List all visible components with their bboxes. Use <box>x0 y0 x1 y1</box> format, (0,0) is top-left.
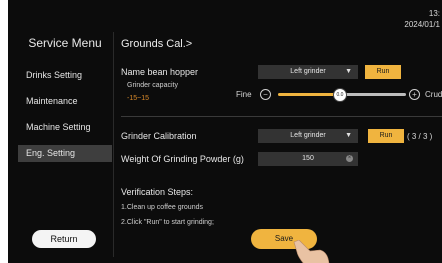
verification-step-2: 2.Click "Run" to start grinding; <box>121 219 214 226</box>
calibration-dropdown[interactable]: Left grinder ▼ <box>258 129 358 143</box>
calibration-count: ( 3 / 3 ) <box>407 132 433 141</box>
screen: 13: 2024/01/1 Service Menu Drinks Settin… <box>8 0 442 263</box>
weight-input[interactable]: 150 × <box>258 152 358 166</box>
sidebar-item-drinks-setting[interactable]: Drinks Setting <box>18 67 112 84</box>
calibration-run-button[interactable]: Run <box>368 129 404 143</box>
clock-date: 2024/01/1 <box>404 20 440 29</box>
pointing-hand-icon <box>293 240 330 263</box>
active-indicator <box>0 155 3 161</box>
verification-title: Verification Steps: <box>121 187 194 197</box>
section-divider <box>121 116 442 117</box>
clear-icon[interactable]: × <box>346 155 353 162</box>
coarse-label: Crud <box>425 90 442 99</box>
verification-step-1: 1.Clean up coffee grounds <box>121 204 203 211</box>
clock-time: 13: <box>428 9 440 18</box>
sidebar-item-machine-setting[interactable]: Machine Setting <box>18 119 112 136</box>
capacity-label: Grinder capacity <box>127 82 178 89</box>
page-title: Grounds Cal.> <box>121 38 193 50</box>
hopper-run-button[interactable]: Run <box>365 65 401 79</box>
sidebar: Service Menu Drinks Setting Maintenance … <box>18 36 112 171</box>
sidebar-item-maintenance[interactable]: Maintenance <box>18 93 112 110</box>
calibration-label: Grinder Calibration <box>121 131 197 141</box>
hopper-dropdown[interactable]: Left grinder ▼ <box>258 65 358 79</box>
capacity-range: -15~15 <box>127 95 149 102</box>
plus-circle-icon[interactable]: + <box>409 89 420 100</box>
sidebar-title: Service Menu <box>28 36 102 50</box>
fine-label: Fine <box>236 90 252 99</box>
slider-track-filled <box>278 93 340 96</box>
sidebar-item-eng-setting[interactable]: Eng. Setting <box>18 145 112 162</box>
hopper-dropdown-value: Left grinder <box>290 68 326 75</box>
hopper-label: Name bean hopper <box>121 67 199 77</box>
minus-circle-icon[interactable]: − <box>260 89 271 100</box>
clock: 13: 2024/01/1 <box>404 8 440 30</box>
weight-value: 150 <box>302 155 314 162</box>
chevron-down-icon: ▼ <box>345 132 352 139</box>
return-button[interactable]: Return <box>32 230 96 248</box>
sidebar-divider <box>113 32 114 257</box>
weight-label: Weight Of Grinding Powder (g) <box>121 154 244 164</box>
capacity-slider-thumb[interactable]: 0.0 <box>333 88 347 102</box>
slider-track-empty <box>340 93 406 96</box>
chevron-down-icon: ▼ <box>345 68 352 75</box>
calibration-dropdown-value: Left grinder <box>290 132 326 139</box>
